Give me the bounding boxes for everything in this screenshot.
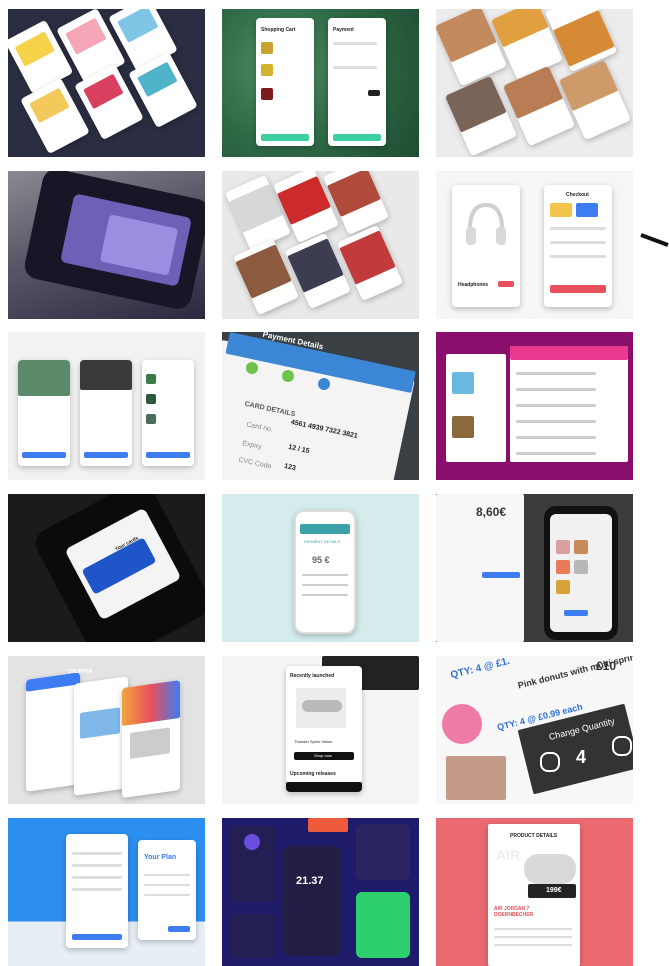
timer-display: 21.37 xyxy=(296,875,324,887)
tile-your-plan-blue[interactable]: Your Plan xyxy=(8,818,205,966)
shopper-brand: SHOPPER xyxy=(68,669,93,675)
your-plan-heading: Your Plan xyxy=(144,854,177,861)
tile-amount-keypad-dark[interactable]: 8,60€ xyxy=(436,494,633,642)
keypad-amount: 8,60€ xyxy=(476,505,507,519)
cart-title: Shopping Cart xyxy=(261,27,296,33)
tile-grocery-list-magenta[interactable] xyxy=(436,332,633,480)
tile-product-details-red[interactable]: PRODUCT DETAILS AIR 199€ AIR JORDAN 7 DO… xyxy=(436,818,633,966)
tile-card-wallet-dark[interactable]: Your cards xyxy=(8,494,205,642)
price-tag: £10 xyxy=(596,659,617,673)
mint-payment-title: PAYMENT DETAILS xyxy=(304,539,341,544)
product-title: AIR JORDAN 7 DOERNBECHER xyxy=(494,906,534,918)
qty-line-1: QTY: 4 @ £1. xyxy=(449,656,512,682)
tile-phone-card-dark[interactable] xyxy=(8,171,205,319)
checkout-title: Checkout xyxy=(566,192,589,198)
product-price: 199€ xyxy=(546,887,562,894)
tile-sneaker-shop-screens[interactable] xyxy=(8,332,205,480)
cursor-pointer-icon xyxy=(640,233,669,247)
tile-phone-payment-mint[interactable]: PAYMENT DETAILS 95 € xyxy=(222,494,419,642)
tile-ecommerce-cards-collage[interactable] xyxy=(8,9,205,157)
tile-sneaker-launch[interactable]: Recently launched Thunder Sprint Vision … xyxy=(222,656,419,804)
quantity-value: 4 xyxy=(576,747,587,767)
launch-product: Thunder Sprint Vision xyxy=(294,739,333,744)
headphones-icon xyxy=(466,202,506,245)
tile-fashion-social-feed[interactable] xyxy=(222,171,419,319)
upcoming-label: Upcoming releases xyxy=(290,771,336,777)
shop-now-button[interactable]: Shop now xyxy=(314,752,332,760)
shots-grid: Shopping Cart Payment Headphones Checkou… xyxy=(8,9,634,966)
mint-amount: 95 € xyxy=(312,555,330,565)
minus-button[interactable] xyxy=(540,752,560,772)
product-name: Headphones xyxy=(458,282,489,288)
tile-payment-details-steps[interactable]: Payment Details CARD DETAILS Card no. 45… xyxy=(222,332,419,480)
plus-button[interactable] xyxy=(612,736,632,756)
tile-fashion-profiles[interactable] xyxy=(436,9,633,157)
tile-timer-dark-purple[interactable]: 21.37 xyxy=(222,818,419,966)
launch-heading: Recently launched xyxy=(290,673,335,679)
tile-shopper-laptop-screens[interactable]: SHOPPER xyxy=(8,656,205,804)
product-details-header: PRODUCT DETAILS xyxy=(510,833,558,839)
tile-shopping-cart-payment[interactable]: Shopping Cart Payment xyxy=(222,9,419,157)
payment-title: Payment xyxy=(333,27,354,33)
tile-change-quantity-donuts[interactable]: QTY: 4 @ £1. Pink donuts with multi spri… xyxy=(436,656,633,804)
tile-headphones-checkout[interactable]: Headphones Checkout xyxy=(436,171,633,319)
